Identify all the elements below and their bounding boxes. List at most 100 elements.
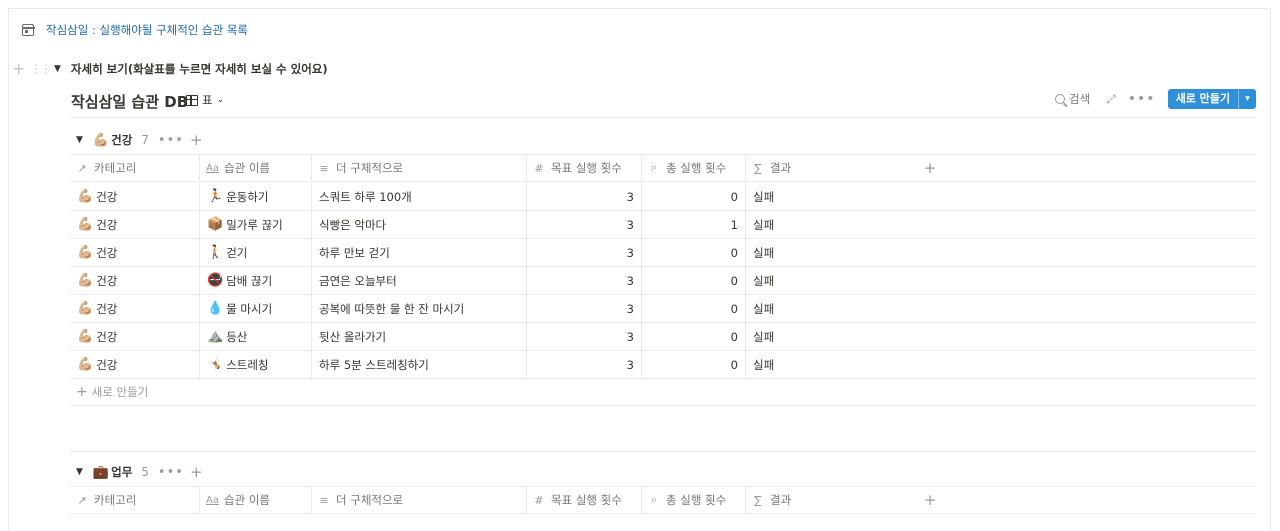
group-toggle-icon[interactable]: ▼ [76, 467, 83, 477]
column-header-target[interactable]: # 목표 실행 횟수 [526, 487, 641, 513]
group-add-icon[interactable]: + [190, 131, 203, 149]
cell-habit[interactable]: 📦 밀가루 끊기 [199, 211, 311, 238]
cell-target[interactable]: 3 [526, 239, 641, 266]
column-header-detail[interactable]: ≡ 더 구체적으로 [311, 487, 526, 513]
cell-target[interactable]: 3 [526, 295, 641, 322]
group-more-icon[interactable]: ••• [158, 465, 184, 480]
cell-detail[interactable]: 식빵은 악마다 [311, 211, 526, 238]
table-row[interactable]: 💪🏼 건강 🚭 담배 끊기 금연은 오늘부터 3 0 실패 [70, 267, 1256, 295]
database-title[interactable]: 작심삼일 습관 DB [71, 91, 188, 112]
table-row[interactable]: 💪🏼 건강 🚶🏻 걷기 하루 만보 걷기 3 0 실패 [70, 239, 1256, 267]
cell-result[interactable]: 실패 [745, 239, 914, 266]
column-header-habit[interactable]: Aa 습관 이름 [199, 155, 311, 181]
expand-icon[interactable]: ⤢ [1106, 92, 1116, 107]
category-emoji: 💪🏼 [77, 189, 94, 204]
breadcrumb[interactable]: 작심삼일 : 실행해야될 구체적인 습관 목록 [21, 22, 248, 38]
table-row[interactable]: 💪🏼 건강 🤸🏻 스트레칭 하루 5분 스트레칭하기 3 0 실패 [70, 351, 1256, 379]
search-button[interactable]: 검색 [1055, 91, 1090, 107]
table-row[interactable]: 💪🏼 건강 💧 물 마시기 공복에 따뜻한 물 한 잔 마시기 3 0 실패 [70, 295, 1256, 323]
cell-target-text: 3 [626, 189, 634, 204]
cell-result[interactable]: 실패 [745, 295, 914, 322]
column-header-result[interactable]: ∑ 결과 [745, 155, 914, 181]
breadcrumb-link[interactable]: 작심삼일 : 실행해야될 구체적인 습관 목록 [46, 22, 248, 38]
table-row[interactable]: 💪🏼 건강 🏃🏻 운동하기 스쿼트 하루 100개 3 0 실패 [70, 183, 1256, 211]
cell-habit[interactable]: 🚶🏻 걷기 [199, 239, 311, 266]
toggle-arrow-icon[interactable]: ▼ [54, 64, 61, 74]
table-row[interactable]: 💪🏼 건강 ⛰️ 등산 뒷산 올라가기 3 0 실패 [70, 323, 1256, 351]
column-label: 카테고리 [94, 161, 137, 175]
cell-target[interactable]: 3 [526, 183, 641, 210]
cell-category[interactable]: 💪🏼 건강 [70, 239, 199, 266]
cell-result[interactable]: 실패 [745, 267, 914, 294]
column-header-result[interactable]: ∑ 결과 [745, 487, 914, 513]
cell-total[interactable]: 0 [641, 351, 745, 378]
view-switcher[interactable]: 표 ⌄ [186, 92, 224, 108]
group-toggle-icon[interactable]: ▼ [76, 135, 83, 145]
column-header-habit[interactable]: Aa 습관 이름 [199, 487, 311, 513]
cell-target[interactable]: 3 [526, 351, 641, 378]
cell-target[interactable]: 3 [526, 267, 641, 294]
column-label: 더 구체적으로 [336, 161, 404, 175]
drag-handle-icon[interactable]: ⋮⋮ [30, 62, 52, 76]
cell-result[interactable]: 실패 [745, 183, 914, 210]
cell-detail[interactable]: 하루 만보 걷기 [311, 239, 526, 266]
new-button[interactable]: 새로 만들기 ▾ [1167, 89, 1256, 109]
cell-total[interactable]: 0 [641, 239, 745, 266]
cell-habit[interactable]: ⛰️ 등산 [199, 323, 311, 350]
habit-emoji: 💧 [207, 301, 224, 316]
cell-category[interactable]: 💪🏼 건강 [70, 323, 199, 350]
add-column-icon[interactable]: + [920, 487, 940, 513]
cell-detail[interactable]: 공복에 따뜻한 물 한 잔 마시기 [311, 295, 526, 322]
cell-total-text: 1 [730, 217, 738, 232]
database-header: 작심삼일 습관 DB 표 ⌄ 검색 ⤢ ••• 새로 만들기 ▾ [70, 88, 1256, 118]
table-row[interactable]: 💪🏼 건강 📦 밀가루 끊기 식빵은 악마다 3 1 실패 [70, 211, 1256, 239]
cell-total[interactable]: 0 [641, 183, 745, 210]
cell-habit[interactable]: 🚭 담배 끊기 [199, 267, 311, 294]
cell-target-text: 3 [626, 357, 634, 372]
category-emoji: 💪🏼 [77, 357, 94, 372]
group-add-icon[interactable]: + [190, 463, 203, 481]
cell-category[interactable]: 💪🏼 건강 [70, 183, 199, 210]
cell-detail[interactable]: 스쿼트 하루 100개 [311, 183, 526, 210]
cell-total[interactable]: 0 [641, 323, 745, 350]
cell-target[interactable]: 3 [526, 323, 641, 350]
column-header-category[interactable]: ↗ 카테고리 [70, 487, 199, 513]
cell-total[interactable]: 1 [641, 211, 745, 238]
cell-habit[interactable]: 🤸🏻 스트레칭 [199, 351, 311, 378]
cell-detail[interactable]: 금연은 오늘부터 [311, 267, 526, 294]
view-label: 표 [202, 93, 213, 107]
cell-total[interactable]: 0 [641, 295, 745, 322]
cell-category[interactable]: 💪🏼 건강 [70, 267, 199, 294]
group-emoji: 💼 [92, 464, 110, 480]
column-header-target[interactable]: # 목표 실행 횟수 [526, 155, 641, 181]
cell-result[interactable]: 실패 [745, 323, 914, 350]
cell-detail[interactable]: 하루 5분 스트레칭하기 [311, 351, 526, 378]
cell-target[interactable]: 3 [526, 211, 641, 238]
group-label: 건강 [111, 133, 133, 147]
new-row-button[interactable]: + 새로 만들기 [70, 379, 1256, 406]
cell-category[interactable]: 💪🏼 건강 [70, 211, 199, 238]
new-button-label[interactable]: 새로 만들기 [1168, 89, 1238, 109]
column-header-total[interactable]: ⌕ 총 실행 횟수 [641, 155, 745, 181]
cell-total[interactable]: 0 [641, 267, 745, 294]
cell-habit[interactable]: 🏃🏻 운동하기 [199, 183, 311, 210]
cell-detail[interactable]: 뒷산 올라가기 [311, 323, 526, 350]
cell-category[interactable]: 💪🏼 건강 [70, 295, 199, 322]
group-more-icon[interactable]: ••• [158, 133, 184, 148]
cell-category-text: 건강 [96, 301, 118, 316]
column-header-total[interactable]: ⌕ 총 실행 횟수 [641, 487, 745, 513]
column-header-row: ↗ 카테고리 Aa 습관 이름 ≡ 더 구체적으로 # 목표 실행 횟수 ⌕ 총… [70, 154, 1256, 182]
cell-detail-text: 공복에 따뜻한 물 한 잔 마시기 [319, 301, 465, 316]
table-body: 💪🏼 건강 🏃🏻 운동하기 스쿼트 하루 100개 3 0 실패 💪🏼 건강 📦 밀가루 끊기 식빵은 … [70, 183, 1256, 379]
column-header-detail[interactable]: ≡ 더 구체적으로 [311, 155, 526, 181]
cell-habit[interactable]: 💧 물 마시기 [199, 295, 311, 322]
add-column-icon[interactable]: + [920, 155, 940, 181]
cell-result[interactable]: 실패 [745, 211, 914, 238]
cell-category[interactable]: 💪🏼 건강 [70, 351, 199, 378]
add-block-icon[interactable]: + [12, 61, 26, 77]
new-button-dropdown-icon[interactable]: ▾ [1238, 89, 1256, 109]
more-options-icon[interactable]: ••• [1128, 91, 1156, 107]
column-header-category[interactable]: ↗ 카테고리 [70, 155, 199, 181]
cell-result[interactable]: 실패 [745, 351, 914, 378]
number-icon: # [534, 493, 544, 507]
